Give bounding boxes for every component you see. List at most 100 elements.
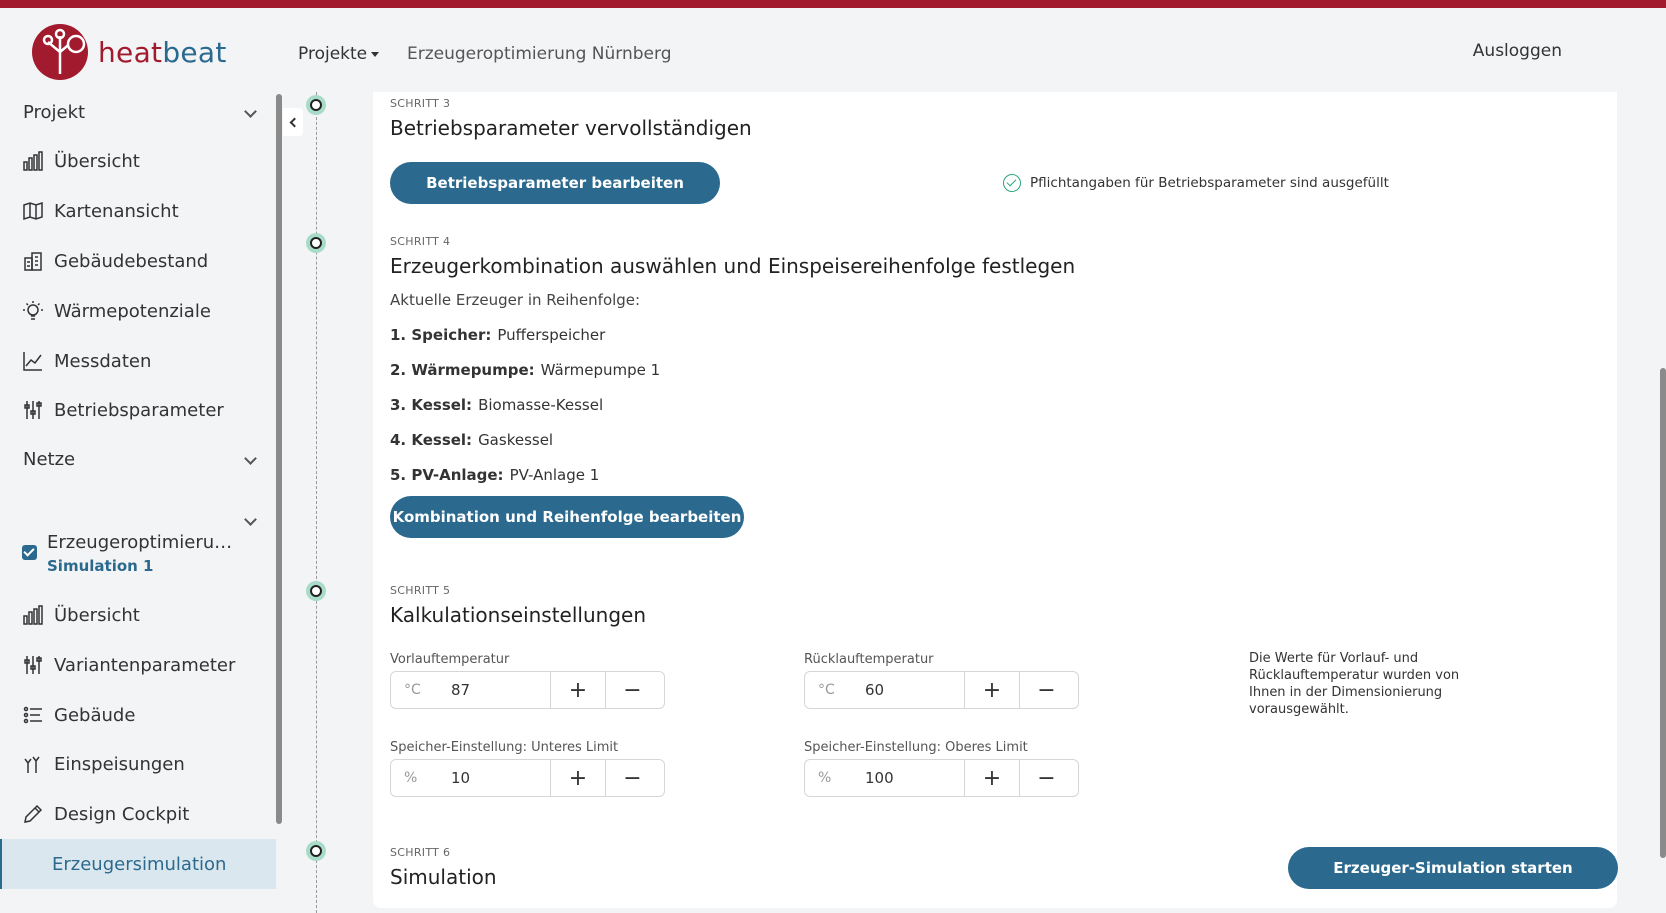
sidebar-item-design-cockpit[interactable]: Design Cockpit [0,789,276,839]
chevron-down-icon[interactable] [244,105,257,118]
storage-upper-stepper[interactable]: % 100 + − [804,759,1079,797]
storage-upper-input[interactable]: 100 [845,760,965,796]
temperature-info-note: Die Werte für Vorlauf- und Rücklauftempe… [1249,651,1460,717]
sequence-item-key: 5. PV-Anlage: [390,466,504,484]
sidebar-scrollbar[interactable] [276,94,282,824]
variant-checkbox[interactable] [22,545,37,560]
sidebar-item-feed-ins[interactable]: Einspeisungen [0,739,276,789]
minus-icon[interactable]: − [1019,760,1073,796]
sidebar-item-map[interactable]: Kartenansicht [0,186,276,236]
main-panel: SCHRITT 3 Betriebsparameter vervollständ… [373,92,1618,908]
supply-temp-label: Vorlauftemperatur [390,652,510,667]
step-3-node [306,95,326,115]
sequence-item: 5. PV-Anlage: PV-Anlage 1 [390,466,599,484]
sequence-item: 1. Speicher: Pufferspeicher [390,326,605,344]
plus-icon[interactable]: + [551,760,605,796]
sequence-item: 3. Kessel: Biomasse-Kessel [390,396,603,414]
edit-combination-button[interactable]: Kombination und Reihenfolge bearbeiten [390,496,744,538]
minus-icon[interactable]: − [605,760,659,796]
sidebar-item-overview[interactable]: Übersicht [0,136,276,186]
sliders-icon [21,653,45,677]
return-temp-label: Rücklauftemperatur [804,652,934,667]
sequence-item-value: PV-Anlage 1 [509,466,600,484]
return-temp-stepper[interactable]: °C 60 + − [804,671,1079,709]
step-6-node [306,841,326,861]
sequence-item-value: Gaskessel [478,431,554,449]
step-5-title: Kalkulationseinstellungen [390,603,647,627]
feed-in-icon [21,752,45,776]
sidebar-item-label: Übersicht [54,604,140,626]
supply-temp-stepper[interactable]: °C 87 + − [390,671,665,709]
step-5-label: SCHRITT 5 [390,584,451,597]
storage-lower-stepper[interactable]: % 10 + − [390,759,665,797]
sidebar-item-measurements[interactable]: Messdaten [0,336,276,386]
sidebar-item-heat-potentials[interactable]: Wärmepotenziale [0,286,276,336]
edit-operating-params-button[interactable]: Betriebsparameter bearbeiten [390,162,720,204]
sequence-item-value: Pufferspeicher [497,326,606,344]
sequence-item-key: 1. Speicher: [390,326,492,344]
start-simulation-button[interactable]: Erzeuger-Simulation starten [1288,847,1618,889]
sliders-icon [21,398,45,422]
operating-params-status-text: Pflichtangaben für Betriebsparameter sin… [1030,175,1389,191]
plus-icon[interactable]: + [965,760,1019,796]
sidebar-item-producer-simulation[interactable]: Erzeugersimulation [0,839,276,889]
return-temp-input[interactable]: 60 [845,672,965,708]
sidebar: Projekt Übersicht Kartenansicht Gebäudeb… [0,92,282,913]
sidebar-item-label: Messdaten [54,350,152,372]
sidebar-section-project[interactable]: Projekt [23,102,85,123]
sequence-item: 4. Kessel: Gaskessel [390,431,553,449]
unit-label: °C [404,682,421,698]
step-3-label: SCHRITT 3 [390,97,451,110]
step-6-label: SCHRITT 6 [390,846,451,859]
sequence-intro: Aktuelle Erzeuger in Reihenfolge: [390,291,641,309]
sidebar-item-variant-params[interactable]: Variantenparameter [0,640,276,690]
unit-label: % [818,770,832,786]
storage-lower-input[interactable]: 10 [431,760,551,796]
variant-title[interactable]: Erzeugeroptimierung Nürnberg [47,532,237,553]
chevron-down-icon[interactable] [244,513,257,526]
sequence-item-key: 4. Kessel: [390,431,473,449]
breadcrumb-project[interactable]: Erzeugeroptimierung Nürnberg [407,44,672,64]
sidebar-item-operating-params[interactable]: Betriebsparameter [0,385,276,435]
caret-down-icon [371,51,380,57]
projects-dropdown[interactable]: Projekte [298,44,380,64]
supply-temp-input[interactable]: 87 [431,672,551,708]
lightbulb-icon [21,299,45,323]
list-icon [21,703,45,727]
step-4-label: SCHRITT 4 [390,235,451,248]
sequence-item: 2. Wärmepumpe: Wärmepumpe 1 [390,361,660,379]
line-chart-icon [21,349,45,373]
chevron-down-icon[interactable] [244,452,257,465]
sidebar-item-label: Variantenparameter [54,654,236,676]
map-icon [21,199,45,223]
unit-label: % [404,770,418,786]
sidebar-item-variant-overview[interactable]: Übersicht [0,590,276,640]
chevron-left-icon [289,117,300,127]
minus-icon[interactable]: − [1019,672,1073,708]
minus-icon[interactable]: − [605,672,659,708]
main-scrollbar[interactable] [1660,368,1666,858]
sidebar-item-label: Wärmepotenziale [54,300,211,322]
collapse-sidebar-button[interactable] [283,108,303,136]
logout-link[interactable]: Ausloggen [1473,41,1562,61]
buildings-icon [21,249,45,273]
step-4-title: Erzeugerkombination auswählen und Einspe… [390,254,1076,278]
sidebar-item-label: Einspeisungen [54,753,185,775]
plus-icon[interactable]: + [965,672,1019,708]
sidebar-item-buildings[interactable]: Gebäudebestand [0,236,276,286]
step-timeline [316,92,317,913]
sidebar-item-label: Gebäudebestand [54,250,209,272]
sidebar-item-variant-buildings[interactable]: Gebäude [0,690,276,740]
pencil-icon [21,802,45,826]
heatbeat-logo-icon [32,24,88,80]
sequence-item-value: Biomasse-Kessel [478,396,604,414]
plus-icon[interactable]: + [551,672,605,708]
bar-chart-icon [21,603,45,627]
sequence-item-value: Wärmepumpe 1 [540,361,661,379]
sidebar-item-label: Gebäude [54,704,136,726]
brand-name: heatbeat [98,35,227,69]
sidebar-section-nets[interactable]: Netze [23,449,75,470]
step-6-title: Simulation [390,865,497,889]
step-4-node [306,233,326,253]
heatbeat-logo[interactable]: heatbeat [30,22,227,82]
